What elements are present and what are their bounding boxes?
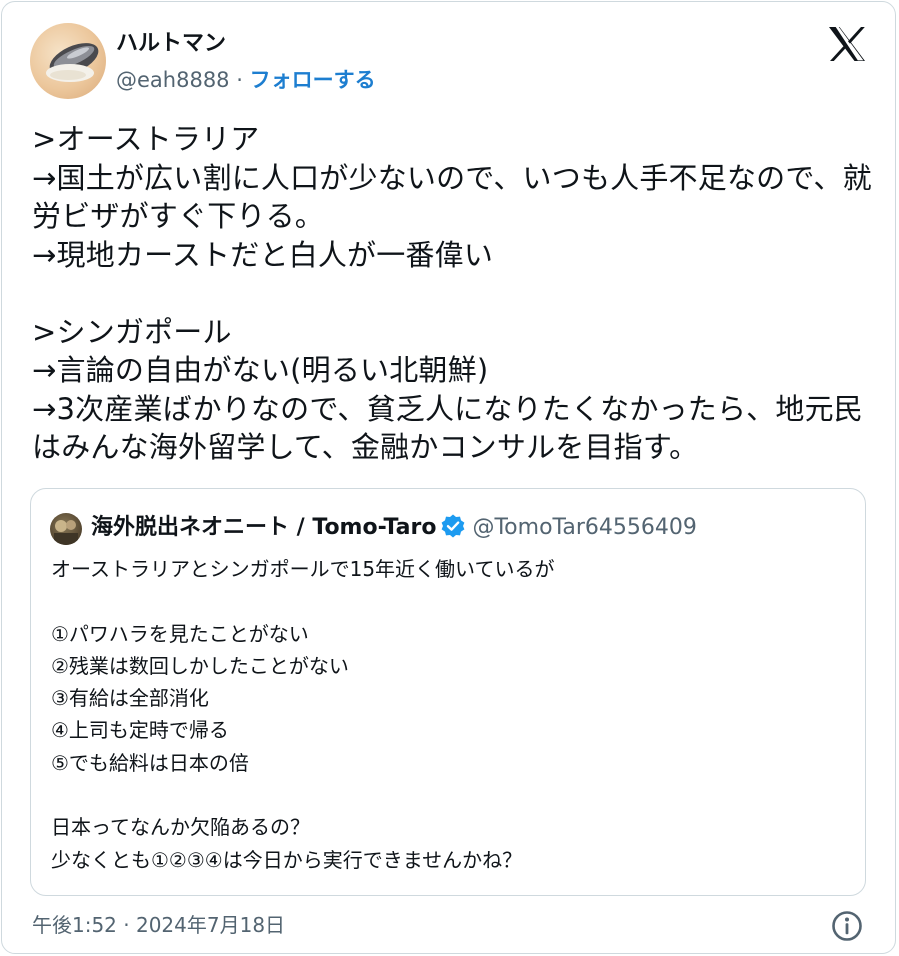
info-icon[interactable] xyxy=(830,909,864,943)
verified-badge-icon xyxy=(440,513,466,539)
quoted-handle: @TomoTar64556409 xyxy=(472,515,697,540)
follow-button[interactable]: フォローする xyxy=(250,68,376,92)
quoted-header: 海外脱出ネオニート / Tomo-Taro @TomoTar64556409 xyxy=(91,512,697,544)
quoted-tweet[interactable]: 海外脱出ネオニート / Tomo-Taro @TomoTar64556409 オー… xyxy=(30,488,866,896)
author-meta-row: @eah8888 · フォローする xyxy=(116,66,376,94)
author-display-name[interactable]: ハルトマン xyxy=(116,30,226,58)
avatar-image xyxy=(46,43,99,82)
author-avatar[interactable] xyxy=(30,23,106,99)
tweet-timestamp[interactable]: 午後1:52 · 2024年7月18日 xyxy=(32,909,285,941)
quoted-author-avatar xyxy=(50,513,82,545)
tweet-card: ハルトマン @eah8888 · フォローする >オーストラリア →国土が広い割… xyxy=(1,1,896,954)
quoted-tweet-text: オーストラリアとシンガポールで15年近く働いているが ①パワハラを見たことがない… xyxy=(51,557,555,872)
author-handle[interactable]: @eah8888 xyxy=(116,68,230,92)
x-logo-icon[interactable] xyxy=(828,26,866,62)
quoted-display-name: 海外脱出ネオニート / Tomo-Taro xyxy=(91,515,437,540)
tweet-text: >オーストラリア →国土が広い割に人口が少ないので、いつも人手不足なので、就労ビ… xyxy=(32,122,872,464)
meta-separator: · xyxy=(236,68,243,92)
